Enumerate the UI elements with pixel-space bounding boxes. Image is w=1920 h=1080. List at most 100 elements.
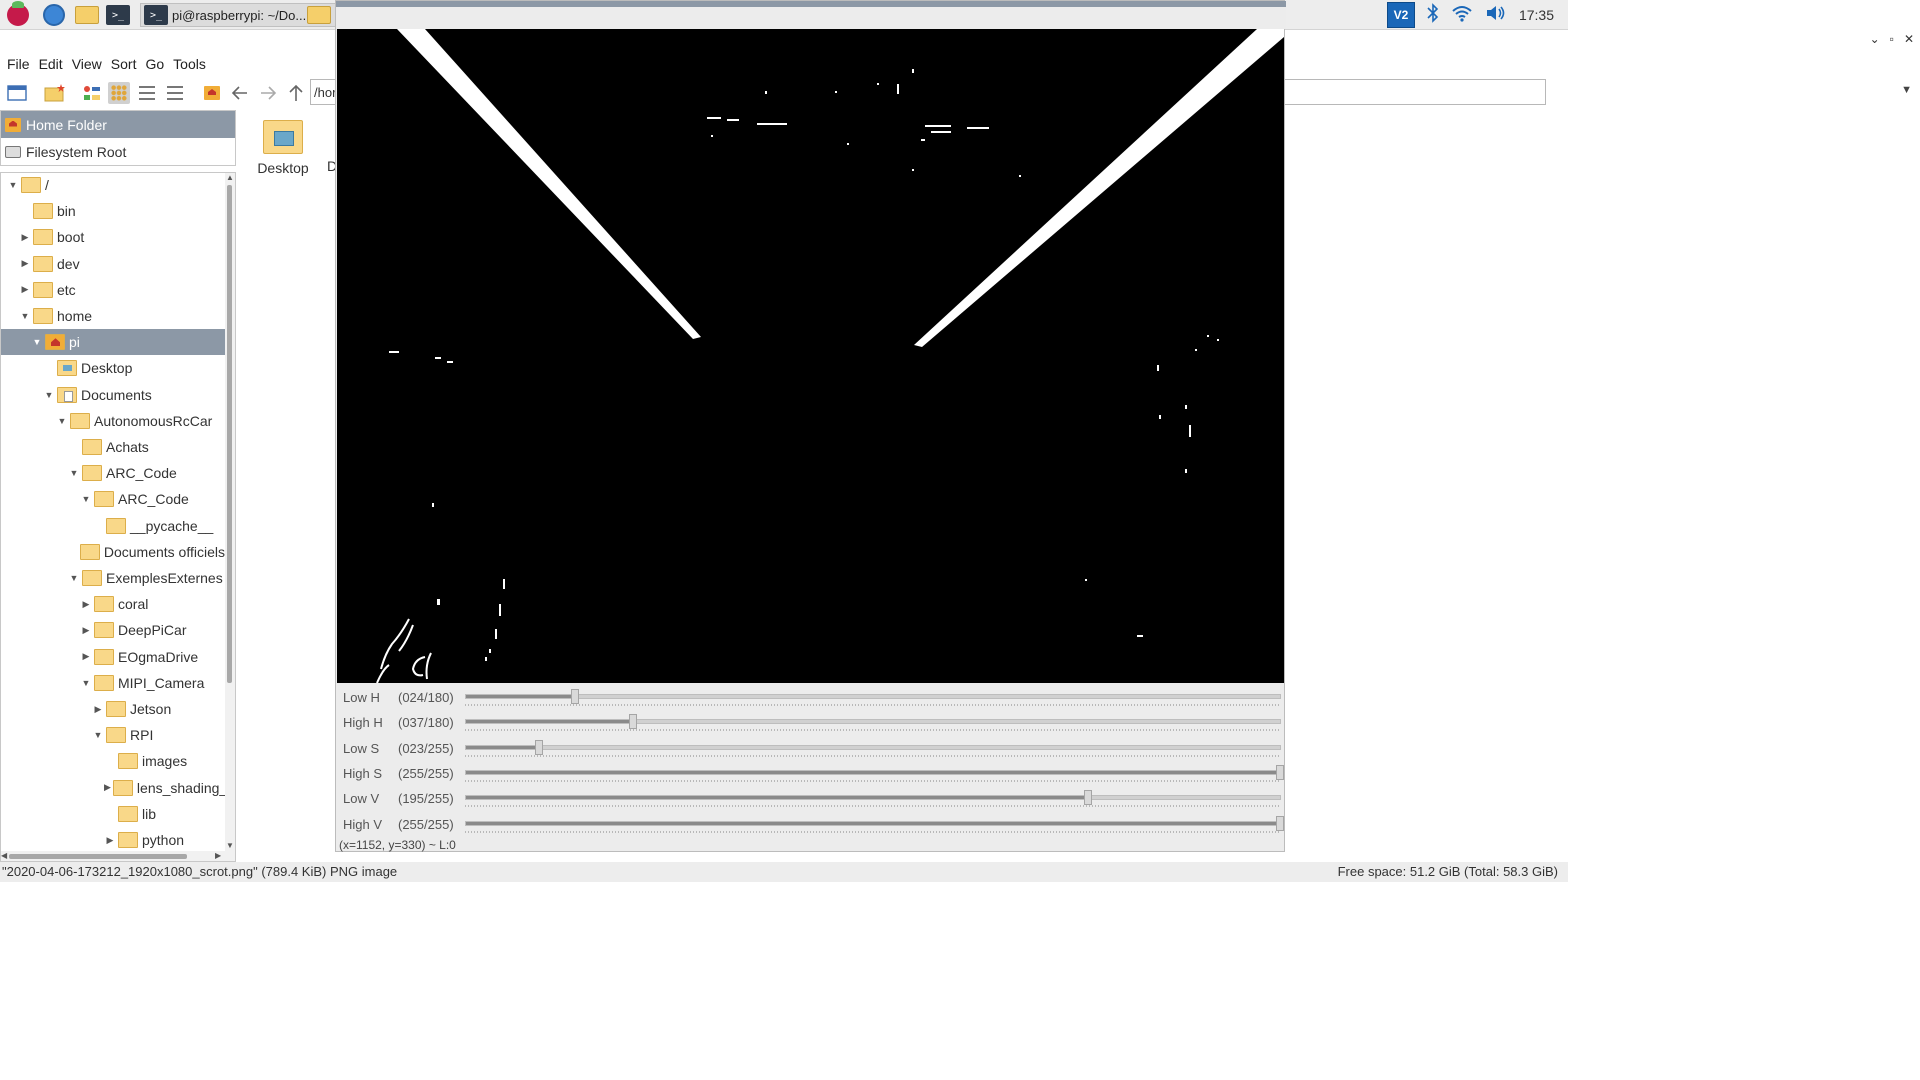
up-button[interactable] [285, 82, 307, 104]
minimize-button[interactable]: ⌄ [1870, 32, 1880, 46]
expand-arrow-icon[interactable]: ▶ [80, 651, 92, 662]
compact-view-button[interactable] [136, 82, 158, 104]
collapse-arrow-icon[interactable]: ▼ [80, 678, 92, 688]
trackbar-handle[interactable] [1276, 815, 1284, 831]
wifi-icon[interactable] [1451, 4, 1473, 27]
menu-edit[interactable]: Edit [36, 52, 69, 76]
tree-item[interactable]: images [1, 748, 225, 774]
expand-arrow-icon[interactable]: ▶ [19, 232, 31, 243]
trackbar-slider[interactable] [465, 764, 1284, 780]
collapse-arrow-icon[interactable]: ▼ [31, 337, 43, 347]
tree-item[interactable]: ▶ dev [1, 251, 225, 277]
terminal-launcher[interactable]: >_ [105, 3, 131, 27]
file-item-desktop[interactable]: Desktop [255, 118, 311, 176]
tree-item[interactable]: ▶ etc [1, 277, 225, 303]
close-button[interactable]: ✕ [1904, 32, 1914, 46]
tree-item[interactable]: Achats [1, 434, 225, 460]
menu-tools[interactable]: Tools [170, 52, 212, 76]
tree-item[interactable]: ▶ boot [1, 224, 225, 250]
trackbar-name: High V [343, 816, 383, 832]
collapse-arrow-icon[interactable]: ▼ [7, 180, 19, 190]
menu-file[interactable]: File [4, 52, 36, 76]
tree-item[interactable]: ▼ home [1, 303, 225, 329]
trackbar-handle[interactable] [1276, 764, 1284, 780]
tree-item[interactable]: ▶ lens_shading_ta [1, 775, 235, 801]
tree-item[interactable]: ▶ python [1, 827, 225, 853]
expand-arrow-icon[interactable]: ▶ [104, 835, 116, 846]
icon-view-button[interactable] [108, 82, 130, 104]
tree-item[interactable]: ▼ ARC_Code [1, 460, 225, 486]
bluetooth-icon[interactable] [1427, 2, 1439, 28]
filter-view-button[interactable] [81, 82, 103, 104]
home-button[interactable] [201, 82, 223, 104]
collapse-arrow-icon[interactable]: ▼ [92, 730, 104, 740]
tree-item[interactable]: ▶ EOgmaDrive [1, 644, 225, 670]
scroll-down-icon[interactable]: ▼ [226, 841, 234, 850]
new-folder-button[interactable] [44, 82, 66, 104]
tree-item[interactable]: ▼ RPI [1, 722, 225, 748]
scroll-up-icon[interactable]: ▲ [226, 173, 234, 182]
new-window-button[interactable] [6, 82, 28, 104]
collapse-arrow-icon[interactable]: ▼ [68, 573, 80, 583]
scroll-left-icon[interactable]: ◀ [1, 851, 7, 860]
place-filesystem-root[interactable]: Filesystem Root [1, 138, 235, 165]
tree-item[interactable]: ▼ / [1, 173, 225, 198]
web-browser-launcher[interactable] [41, 3, 67, 27]
collapse-arrow-icon[interactable]: ▼ [56, 416, 68, 426]
taskbar-window-file-manager[interactable] [306, 3, 332, 27]
scrollbar-thumb[interactable] [227, 185, 232, 683]
menu-go[interactable]: Go [142, 52, 170, 76]
expand-arrow-icon[interactable]: ▶ [80, 599, 92, 610]
detailed-list-view-button[interactable] [164, 82, 186, 104]
tree-item[interactable]: ▶ Jetson [1, 696, 225, 722]
tree-item[interactable]: ▶ coral [1, 591, 225, 617]
tree-item[interactable]: ▼ MIPI_Camera [1, 670, 225, 696]
expand-arrow-icon[interactable]: ▶ [19, 258, 31, 269]
trackbar-slider[interactable] [465, 689, 1281, 704]
tree-vertical-scrollbar[interactable]: ▲ ▼ [225, 173, 235, 861]
collapse-arrow-icon[interactable]: ▼ [19, 311, 31, 321]
collapse-arrow-icon[interactable]: ▼ [43, 390, 55, 400]
hsv-mask-image[interactable] [337, 29, 1284, 683]
tree-item[interactable]: ▼ Documents [1, 382, 225, 408]
vnc-icon[interactable]: V2 [1386, 2, 1415, 28]
trackbar-slider[interactable] [465, 790, 1281, 806]
tree-item[interactable]: ▼ ARC_Code [1, 486, 225, 512]
scrollbar-thumb[interactable] [9, 854, 187, 859]
volume-icon[interactable] [1485, 4, 1507, 27]
tree-item[interactable]: ▶ DeepPiCar [1, 617, 225, 643]
raspberry-menu-button[interactable] [5, 1, 31, 27]
trackbar-handle[interactable] [570, 689, 579, 704]
trackbar-slider[interactable] [465, 815, 1284, 831]
expand-arrow-icon[interactable]: ▶ [80, 625, 92, 636]
tree-item[interactable]: __pycache__ [1, 513, 225, 539]
trackbar-handle[interactable] [535, 739, 544, 755]
expand-arrow-icon[interactable]: ▶ [92, 704, 104, 715]
place-home-folder[interactable]: Home Folder [1, 111, 235, 138]
tree-item[interactable]: Documents officiels [1, 539, 225, 565]
tree-horizontal-scrollbar[interactable]: ◀ ▶ [1, 851, 225, 861]
trackbar-handle[interactable] [629, 714, 638, 730]
tree-item[interactable]: Desktop [1, 355, 225, 381]
menu-sort[interactable]: Sort [108, 52, 143, 76]
tree-item[interactable]: lib [1, 801, 225, 827]
menu-view[interactable]: View [69, 52, 108, 76]
tree-item[interactable]: ▼ ExemplesExternes [1, 565, 225, 591]
file-manager-launcher[interactable] [74, 3, 100, 27]
trackbar-handle[interactable] [1084, 790, 1093, 806]
collapse-arrow-icon[interactable]: ▼ [80, 494, 92, 504]
tree-item[interactable]: ▼ pi [1, 329, 225, 356]
forward-button[interactable] [257, 82, 279, 104]
expand-arrow-icon[interactable]: ▶ [104, 782, 111, 793]
back-button[interactable] [229, 82, 251, 104]
trackbar-slider[interactable] [465, 714, 1281, 730]
scroll-right-icon[interactable]: ▶ [215, 851, 221, 860]
trackbar-slider[interactable] [465, 739, 1281, 755]
tree-item[interactable]: ▼ AutonomousRcCar [1, 408, 225, 434]
clock[interactable]: 17:35 [1519, 7, 1554, 23]
collapse-arrow-icon[interactable]: ▼ [68, 468, 80, 478]
address-history-dropdown[interactable]: ▼ [1901, 84, 1912, 96]
maximize-button[interactable]: ▫ [1890, 32, 1894, 46]
tree-item[interactable]: bin [1, 198, 225, 224]
expand-arrow-icon[interactable]: ▶ [19, 284, 31, 295]
